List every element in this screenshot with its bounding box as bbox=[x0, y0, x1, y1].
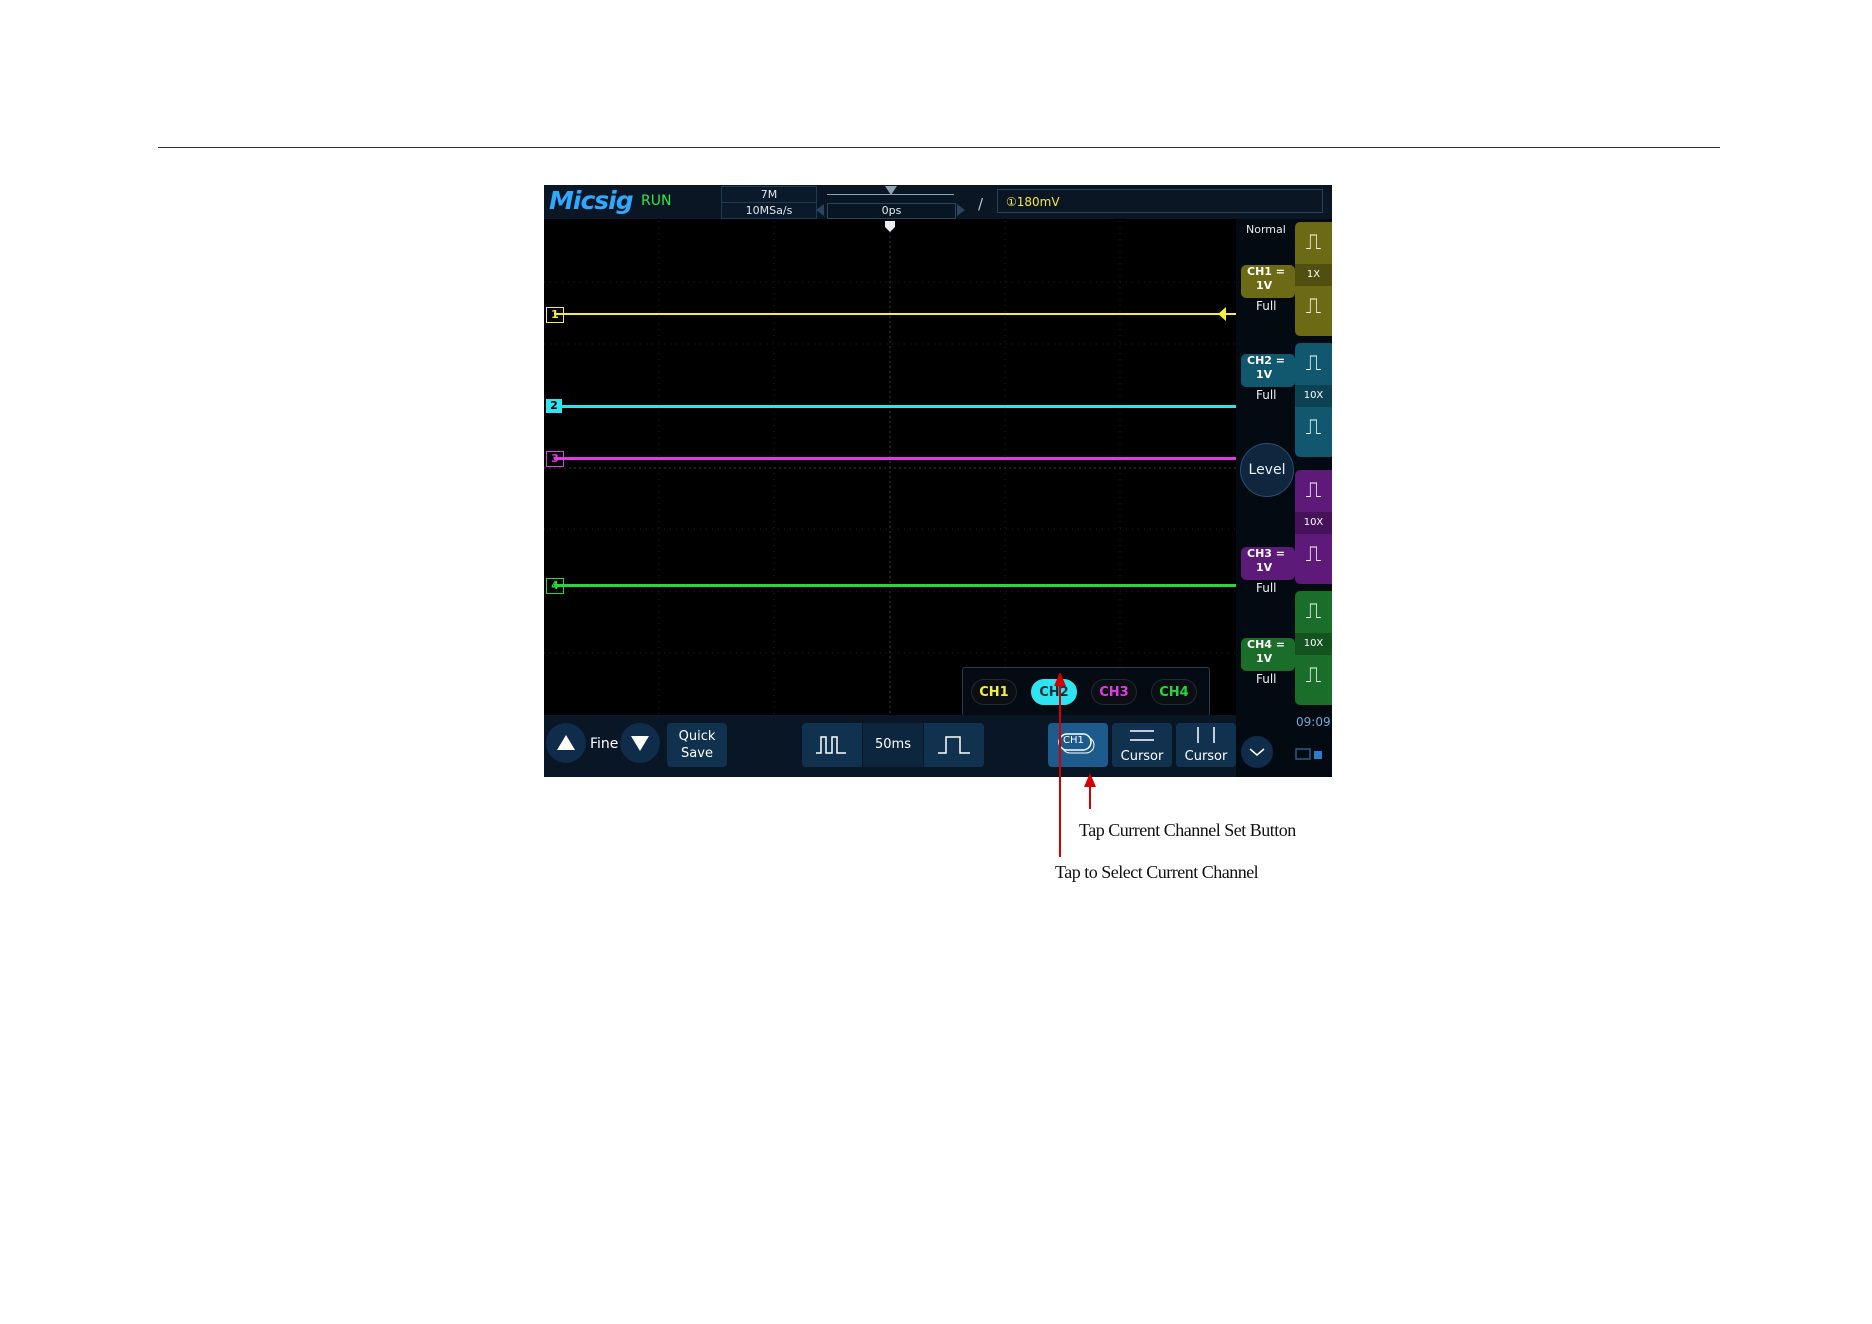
quick-save-line2: Save bbox=[681, 746, 713, 761]
page-rule bbox=[158, 147, 1720, 148]
annotation-set-button: Tap Current Channel Set Button bbox=[1079, 820, 1296, 840]
ch1-trace bbox=[554, 313, 1236, 315]
ch4-scale: 1V bbox=[1256, 652, 1273, 665]
ch4-label: CH4 bbox=[1247, 638, 1272, 651]
ch3-probe-ratio: 10X bbox=[1295, 512, 1332, 534]
ch4-probe-panel[interactable]: ⎍ 10X ⎍ bbox=[1295, 591, 1332, 705]
level-knob[interactable]: Level bbox=[1240, 443, 1294, 497]
ch4-trace bbox=[554, 584, 1236, 587]
set-button-arrow bbox=[1084, 773, 1096, 809]
annotation-select-channel: Tap to Select Current Channel bbox=[1055, 862, 1259, 882]
ch3-trace bbox=[554, 457, 1236, 460]
fine-label: Fine bbox=[590, 736, 619, 752]
scale-down-icon[interactable]: ⎍ bbox=[1295, 655, 1332, 697]
sample-rate[interactable]: 10MSa/s bbox=[721, 202, 817, 219]
ch1-coupling: = bbox=[1275, 265, 1285, 278]
bottom-toolbar: Fine Quick Save 50ms CH1 Cursor Cursor bbox=[544, 715, 1236, 777]
trigger-time-marker-icon bbox=[885, 221, 895, 232]
trigger-level-marker-icon[interactable] bbox=[1218, 306, 1234, 322]
trigger-level[interactable]: ①180mV bbox=[997, 189, 1323, 213]
horizontal-position[interactable]: 0ps bbox=[827, 203, 956, 219]
ch2-scale: 1V bbox=[1256, 368, 1273, 381]
scale-up-icon[interactable]: ⎍ bbox=[1295, 591, 1332, 633]
scale-up-icon[interactable]: ⎍ bbox=[1295, 222, 1332, 264]
channel-selector-popup: CH1 CH2 CH3 CH4 bbox=[962, 667, 1210, 717]
select-channel-arrow bbox=[1054, 672, 1066, 857]
timebase-decrease-button[interactable] bbox=[802, 723, 862, 767]
triangle-down-icon bbox=[631, 736, 649, 751]
expand-menu-button[interactable] bbox=[1241, 736, 1273, 768]
select-ch3-button[interactable]: CH3 bbox=[1091, 679, 1137, 705]
horizontal-cursor-label: Cursor bbox=[1120, 749, 1164, 764]
ch1-offset-marker[interactable]: 1 bbox=[546, 307, 564, 323]
wide-pulse-icon bbox=[938, 736, 970, 754]
oscilloscope-screen: Micsig RUN 7M 10MSa/s 0ps / ①180mV 1 2 3… bbox=[544, 185, 1332, 777]
vertical-cursor-icon bbox=[1197, 727, 1215, 743]
scale-up-icon[interactable]: ⎍ bbox=[1295, 343, 1332, 385]
ch2-probe-ratio: 10X bbox=[1295, 385, 1332, 407]
quick-save-line1: Quick bbox=[678, 729, 716, 744]
triangle-up-icon bbox=[557, 735, 575, 750]
ch2-coupling: = bbox=[1275, 354, 1285, 367]
scale-down-icon[interactable]: ⎍ bbox=[1295, 534, 1332, 576]
scale-down-icon[interactable]: ⎍ bbox=[1295, 286, 1332, 328]
memory-depth[interactable]: 7M bbox=[721, 186, 817, 203]
ch3-label: CH3 bbox=[1247, 547, 1272, 560]
ch4-coupling: = bbox=[1275, 638, 1285, 651]
ch3-coupling: = bbox=[1275, 547, 1285, 560]
timebase-value[interactable]: 50ms bbox=[863, 723, 923, 767]
vertical-cursor-label: Cursor bbox=[1184, 749, 1228, 764]
top-status-bar: Micsig RUN 7M 10MSa/s 0ps / ①180mV bbox=[544, 185, 1332, 219]
right-arrow-icon[interactable] bbox=[956, 204, 966, 216]
horizontal-cursor-button[interactable]: Cursor bbox=[1112, 723, 1172, 767]
ch4-settings-button[interactable]: CH4 = 1V bbox=[1241, 638, 1295, 671]
waveform-grid[interactable]: 1 2 3 4 CH1 CH2 CH3 CH4 bbox=[544, 221, 1236, 717]
scale-up-icon[interactable]: ⎍ bbox=[1295, 470, 1332, 512]
clock: 09:09 bbox=[1296, 715, 1331, 729]
ch3-probe-panel[interactable]: ⎍ 10X ⎍ bbox=[1295, 470, 1332, 584]
select-ch1-button[interactable]: CH1 bbox=[971, 679, 1017, 705]
ch2-offset-marker[interactable]: 2 bbox=[546, 399, 562, 413]
chevron-down-icon bbox=[1249, 748, 1265, 756]
ch1-probe-ratio: 1X bbox=[1295, 264, 1332, 286]
timebase-increase-button[interactable] bbox=[924, 723, 984, 767]
ch4-offset-marker[interactable]: 4 bbox=[546, 578, 564, 594]
ch4-bandwidth: Full bbox=[1256, 672, 1277, 686]
fine-up-button[interactable] bbox=[546, 723, 586, 763]
ch2-bandwidth: Full bbox=[1256, 388, 1277, 402]
horizontal-cursor-icon bbox=[1130, 730, 1154, 741]
narrow-pulse-icon bbox=[816, 736, 846, 754]
ch3-offset-marker[interactable]: 3 bbox=[546, 451, 564, 467]
left-arrow-icon[interactable] bbox=[815, 204, 825, 216]
brand-logo: Micsig bbox=[549, 186, 634, 215]
ch3-bandwidth: Full bbox=[1256, 581, 1277, 595]
quick-save-button[interactable]: Quick Save bbox=[667, 723, 727, 767]
trigger-mode[interactable]: Normal bbox=[1246, 223, 1286, 236]
storage-status-icon bbox=[1295, 748, 1322, 760]
run-status[interactable]: RUN bbox=[641, 193, 671, 209]
ch2-trace bbox=[554, 405, 1236, 408]
ch3-scale: 1V bbox=[1256, 561, 1273, 574]
ch1-probe-panel[interactable]: ⎍ 1X ⎍ bbox=[1295, 222, 1332, 336]
ch1-settings-button[interactable]: CH1 = 1V bbox=[1241, 265, 1295, 298]
ch2-settings-button[interactable]: CH2 = 1V bbox=[1241, 354, 1295, 387]
ch2-label: CH2 bbox=[1247, 354, 1272, 367]
ch4-probe-ratio: 10X bbox=[1295, 633, 1332, 655]
ch3-settings-button[interactable]: CH3 = 1V bbox=[1241, 547, 1295, 580]
scale-down-icon[interactable]: ⎍ bbox=[1295, 407, 1332, 449]
ch2-probe-panel[interactable]: ⎍ 10X ⎍ bbox=[1295, 343, 1332, 457]
graticule bbox=[544, 221, 1236, 715]
fine-down-button[interactable] bbox=[620, 723, 660, 763]
ch1-bandwidth: Full bbox=[1256, 299, 1277, 313]
trigger-position-icon bbox=[885, 186, 897, 195]
ch1-label: CH1 bbox=[1247, 265, 1272, 278]
rising-edge-icon: / bbox=[978, 195, 984, 213]
ch1-scale: 1V bbox=[1256, 279, 1273, 292]
select-ch4-button[interactable]: CH4 bbox=[1151, 679, 1197, 705]
vertical-cursor-button[interactable]: Cursor bbox=[1176, 723, 1236, 767]
